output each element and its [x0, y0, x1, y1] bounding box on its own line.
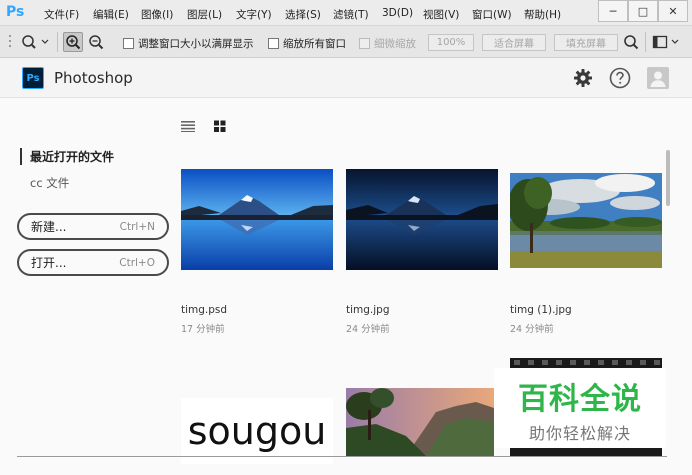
menu-select[interactable]: 选择(S)	[285, 7, 321, 22]
zoom-out-button[interactable]	[86, 32, 106, 52]
menu-view[interactable]: 视图(V)	[423, 7, 459, 22]
mountain-lake-image	[181, 169, 333, 270]
list-view-button[interactable]	[181, 120, 197, 134]
search-icon	[624, 35, 639, 50]
menu-window[interactable]: 窗口(W)	[472, 7, 512, 22]
menu-file[interactable]: 文件(F)	[44, 7, 79, 22]
file-name[interactable]: timg.jpg	[346, 304, 390, 316]
grid-view-button[interactable]	[213, 120, 229, 134]
thumbnail-text: sougou	[187, 409, 327, 453]
new-file-label: 新建...	[31, 220, 67, 234]
open-file-button[interactable]: 打开... Ctrl+O	[17, 249, 169, 276]
settings-button[interactable]	[572, 67, 594, 89]
recent-file-thumbnail[interactable]	[346, 388, 494, 456]
workspace-switcher[interactable]	[651, 32, 681, 52]
watermark-overlay: 百科全说 助你轻松解决	[494, 368, 666, 448]
app-menu-logo: Ps	[6, 4, 25, 20]
photoshop-logo: Ps	[22, 67, 44, 89]
help-button[interactable]	[609, 67, 631, 89]
zoom-100-button: 100%	[428, 34, 474, 51]
minimize-button[interactable]: ─	[598, 0, 628, 22]
app-title: Photoshop	[54, 69, 133, 87]
recent-file-thumbnail[interactable]: sougou	[181, 398, 333, 464]
workspace-icon	[652, 35, 679, 49]
zoom-tool-preset-picker[interactable]	[20, 32, 52, 52]
menu-image[interactable]: 图像(I)	[141, 7, 173, 22]
user-profile-button[interactable]	[647, 67, 669, 89]
menu-help[interactable]: 帮助(H)	[524, 7, 561, 22]
file-name[interactable]: timg.psd	[181, 304, 227, 316]
zoom-preset-icon	[22, 35, 49, 49]
resize-windows-checkbox[interactable]: 调整窗口大小以满屏显示	[123, 36, 254, 51]
valley-landscape-image	[346, 388, 494, 456]
menu-3d[interactable]: 3D(D)	[382, 7, 413, 19]
toolbar-separator	[645, 32, 646, 52]
lake-trees-image	[510, 173, 662, 268]
film-strip-image	[514, 360, 660, 365]
zoom-out-icon	[89, 35, 104, 50]
help-icon	[609, 67, 631, 89]
close-button[interactable]: ✕	[658, 0, 688, 22]
fill-screen-button: 填充屏幕	[554, 34, 618, 51]
zoom-all-windows-checkbox[interactable]: 缩放所有窗口	[268, 36, 346, 51]
menu-edit[interactable]: 编辑(E)	[93, 7, 129, 22]
menu-layer[interactable]: 图层(L)	[187, 7, 222, 22]
mountain-lake-dark-image	[346, 169, 498, 270]
fit-screen-button: 适合屏幕	[482, 34, 546, 51]
avatar-icon	[647, 67, 669, 89]
recent-file-thumbnail[interactable]	[181, 169, 333, 270]
new-file-button[interactable]: 新建... Ctrl+N	[17, 213, 169, 240]
vertical-scrollbar[interactable]	[666, 150, 670, 206]
file-time: 17 分钟前	[181, 324, 225, 335]
toolbar-grip	[5, 32, 17, 52]
grid-view-icon	[214, 120, 226, 132]
search-button[interactable]	[621, 32, 641, 52]
list-view-icon	[181, 121, 195, 132]
open-file-shortcut: Ctrl+O	[119, 256, 155, 269]
toolbar-separator	[57, 32, 58, 52]
home-content: 最近打开的文件 cc 文件 新建... Ctrl+N 打开... Ctrl+O	[0, 98, 692, 475]
menu-type[interactable]: 文字(Y)	[236, 7, 272, 22]
recent-file-thumbnail[interactable]	[346, 169, 498, 270]
recent-file-thumbnail[interactable]	[510, 173, 662, 268]
open-file-label: 打开...	[31, 256, 67, 270]
new-file-shortcut: Ctrl+N	[119, 220, 155, 233]
grip-icon	[9, 35, 11, 47]
menu-bar: Ps 文件(F) 编辑(E) 图像(I) 图层(L) 文字(Y) 选择(S) 滤…	[0, 0, 692, 26]
checkbox-box	[359, 38, 370, 49]
checkbox-box[interactable]	[123, 38, 134, 49]
scrubby-zoom-checkbox: 细微缩放	[359, 36, 416, 51]
zoom-in-icon	[66, 35, 81, 50]
cc-files-link[interactable]: cc 文件	[30, 175, 69, 191]
home-header: Ps Photoshop	[0, 58, 692, 98]
scrubby-zoom-label: 细微缩放	[374, 38, 416, 50]
gear-icon	[574, 69, 592, 87]
recent-files-heading[interactable]: 最近打开的文件	[20, 148, 114, 165]
watermark-subtitle: 助你轻松解决	[528, 424, 631, 443]
content-divider	[17, 456, 667, 457]
zoom-in-button[interactable]	[63, 32, 83, 52]
maximize-button[interactable]: □	[628, 0, 658, 22]
options-toolbar: 调整窗口大小以满屏显示 缩放所有窗口 细微缩放 100% 适合屏幕 填充屏幕	[0, 26, 692, 58]
resize-windows-label: 调整窗口大小以满屏显示	[138, 38, 254, 50]
file-time: 24 分钟前	[510, 324, 554, 335]
menu-filter[interactable]: 滤镜(T)	[333, 7, 369, 22]
file-time: 24 分钟前	[346, 324, 390, 335]
checkbox-box[interactable]	[268, 38, 279, 49]
watermark-title: 百科全说	[518, 382, 642, 417]
zoom-all-label: 缩放所有窗口	[283, 38, 346, 50]
file-name[interactable]: timg (1).jpg	[510, 304, 572, 316]
